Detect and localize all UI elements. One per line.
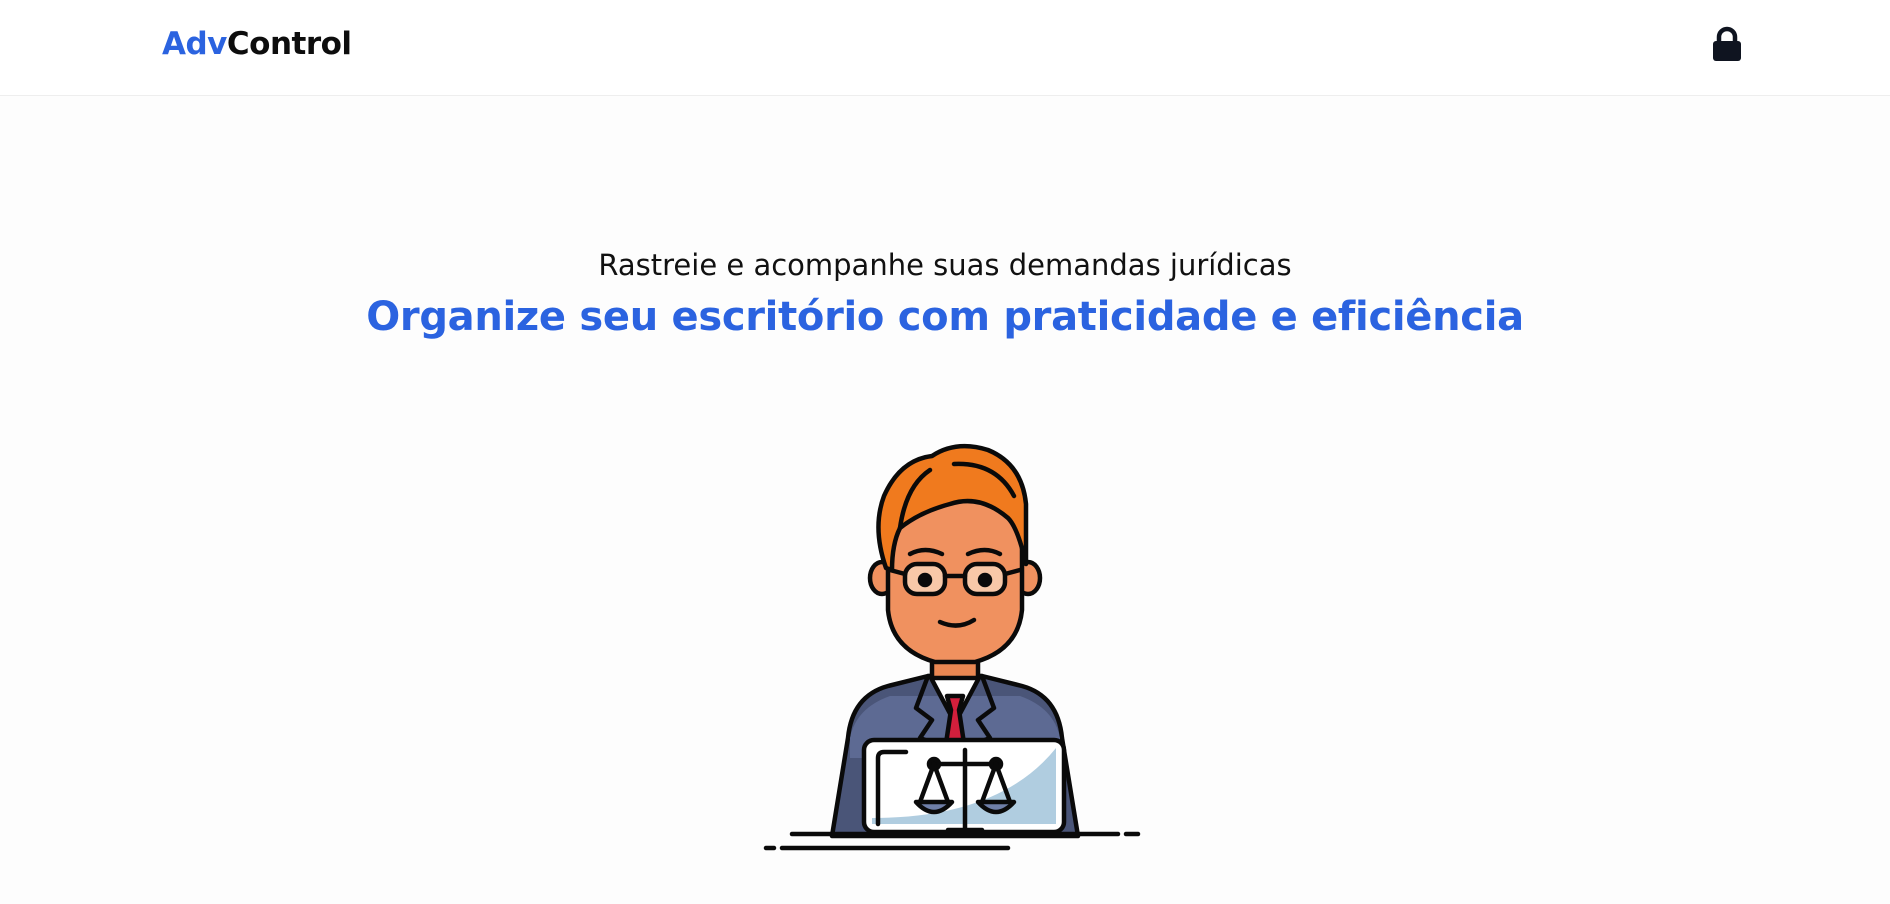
logo-main-text: Control	[226, 26, 352, 62]
lock-icon	[1713, 26, 1741, 61]
logo-accent-text: Adv	[162, 26, 227, 62]
login-button[interactable]	[1710, 26, 1744, 62]
app-logo[interactable]: AdvControl	[162, 26, 352, 62]
hero-headline: Organize seu escritório com praticidade …	[366, 294, 1524, 340]
lawyer-illustration	[763, 443, 1141, 851]
top-header: AdvControl	[0, 0, 1890, 96]
hero-section: Rastreie e acompanhe suas demandas juríd…	[0, 96, 1890, 904]
hero-subtitle: Rastreie e acompanhe suas demandas juríd…	[598, 248, 1292, 282]
